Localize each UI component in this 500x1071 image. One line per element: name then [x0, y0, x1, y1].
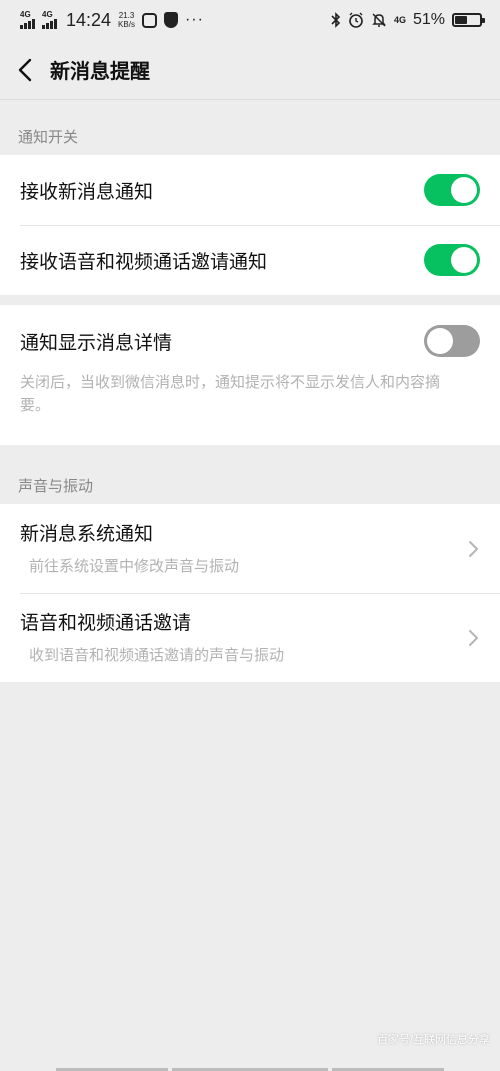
- more-notifications-icon: ···: [184, 11, 204, 28]
- row-call-invite-sound[interactable]: 语音和视频通话邀请 收到语音和视频通话邀请的声音与振动: [0, 593, 500, 682]
- row-show-message-detail[interactable]: 通知显示消息详情 关闭后，当收到微信消息时，通知提示将不显示发信人和内容摘要。: [0, 305, 500, 445]
- bluetooth-icon: [331, 12, 341, 28]
- sound-vibration-group: 新消息系统通知 前往系统设置中修改声音与振动 语音和视频通话邀请 收到语音和视频…: [0, 504, 500, 682]
- row-label: 接收语音和视频通话邀请通知: [20, 250, 268, 273]
- network-speed: 21.3 KB/s: [118, 11, 135, 29]
- chevron-left-icon: [18, 58, 32, 81]
- row-new-message-system-notification[interactable]: 新消息系统通知 前往系统设置中修改声音与振动: [0, 504, 500, 593]
- row-subtitle: 前往系统设置中修改声音与振动: [29, 557, 240, 575]
- signal-sim1-label: 4G: [20, 10, 31, 19]
- toggle-knob: [451, 247, 477, 273]
- receive-call-invite-toggle[interactable]: [424, 244, 480, 276]
- signal-sim1: 4G: [20, 11, 35, 29]
- row-label: 通知显示消息详情: [20, 331, 173, 354]
- network-speed-value: 21.3: [118, 11, 135, 20]
- signal-bars-icon: [20, 19, 35, 29]
- alarm-icon: [349, 12, 363, 28]
- nav-bar: 新消息提醒: [0, 40, 500, 100]
- watermark-text: 百家号/互联网信息分享: [376, 1034, 490, 1046]
- app-notification-icon: [141, 12, 157, 28]
- shield-notification-icon: [163, 12, 178, 28]
- mute-bell-icon: [372, 13, 386, 27]
- network-speed-unit: KB/s: [118, 20, 135, 29]
- signal-bars-icon: [42, 19, 57, 29]
- row-title: 新消息系统通知: [20, 523, 154, 545]
- row-description: 关闭后，当收到微信消息时，通知提示将不显示发信人和内容摘要。: [20, 373, 441, 414]
- battery-fill: [455, 16, 468, 24]
- back-button[interactable]: [0, 40, 50, 100]
- row-label: 接收新消息通知: [20, 180, 154, 203]
- receive-new-message-toggle[interactable]: [424, 174, 480, 206]
- status-time: 14:24: [66, 9, 112, 30]
- row-subtitle: 收到语音和视频通话邀请的声音与振动: [29, 646, 285, 664]
- row-receive-call-invite[interactable]: 接收语音和视频通话邀请通知: [0, 225, 500, 295]
- message-detail-group: 通知显示消息详情 关闭后，当收到微信消息时，通知提示将不显示发信人和内容摘要。: [0, 305, 500, 445]
- network-type: 4G: [393, 15, 406, 25]
- page-title: 新消息提醒: [50, 59, 150, 83]
- status-bar-right: 4G 51%: [331, 11, 485, 29]
- battery-percent: 51%: [412, 11, 445, 28]
- battery-icon: [452, 13, 485, 27]
- signal-sim2-label: 4G: [42, 10, 53, 19]
- notify-toggle-group: 接收新消息通知 接收语音和视频通话邀请通知: [0, 155, 500, 295]
- toggle-knob: [427, 328, 453, 354]
- chevron-right-icon: [469, 540, 478, 557]
- status-bar-left: 4G 4G 14:24 21.3 KB/s ···: [20, 10, 204, 31]
- show-message-detail-toggle[interactable]: [424, 325, 480, 357]
- bottom-edge-indicators: [0, 1067, 500, 1071]
- status-bar: 4G 4G 14:24 21.3 KB/s ··· 4G 51%: [0, 0, 500, 40]
- signal-sim2: 4G: [42, 11, 57, 29]
- row-receive-new-message[interactable]: 接收新消息通知: [0, 155, 500, 225]
- chevron-right-icon: [469, 629, 478, 646]
- toggle-knob: [451, 177, 477, 203]
- row-title: 语音和视频通话邀请: [20, 612, 192, 634]
